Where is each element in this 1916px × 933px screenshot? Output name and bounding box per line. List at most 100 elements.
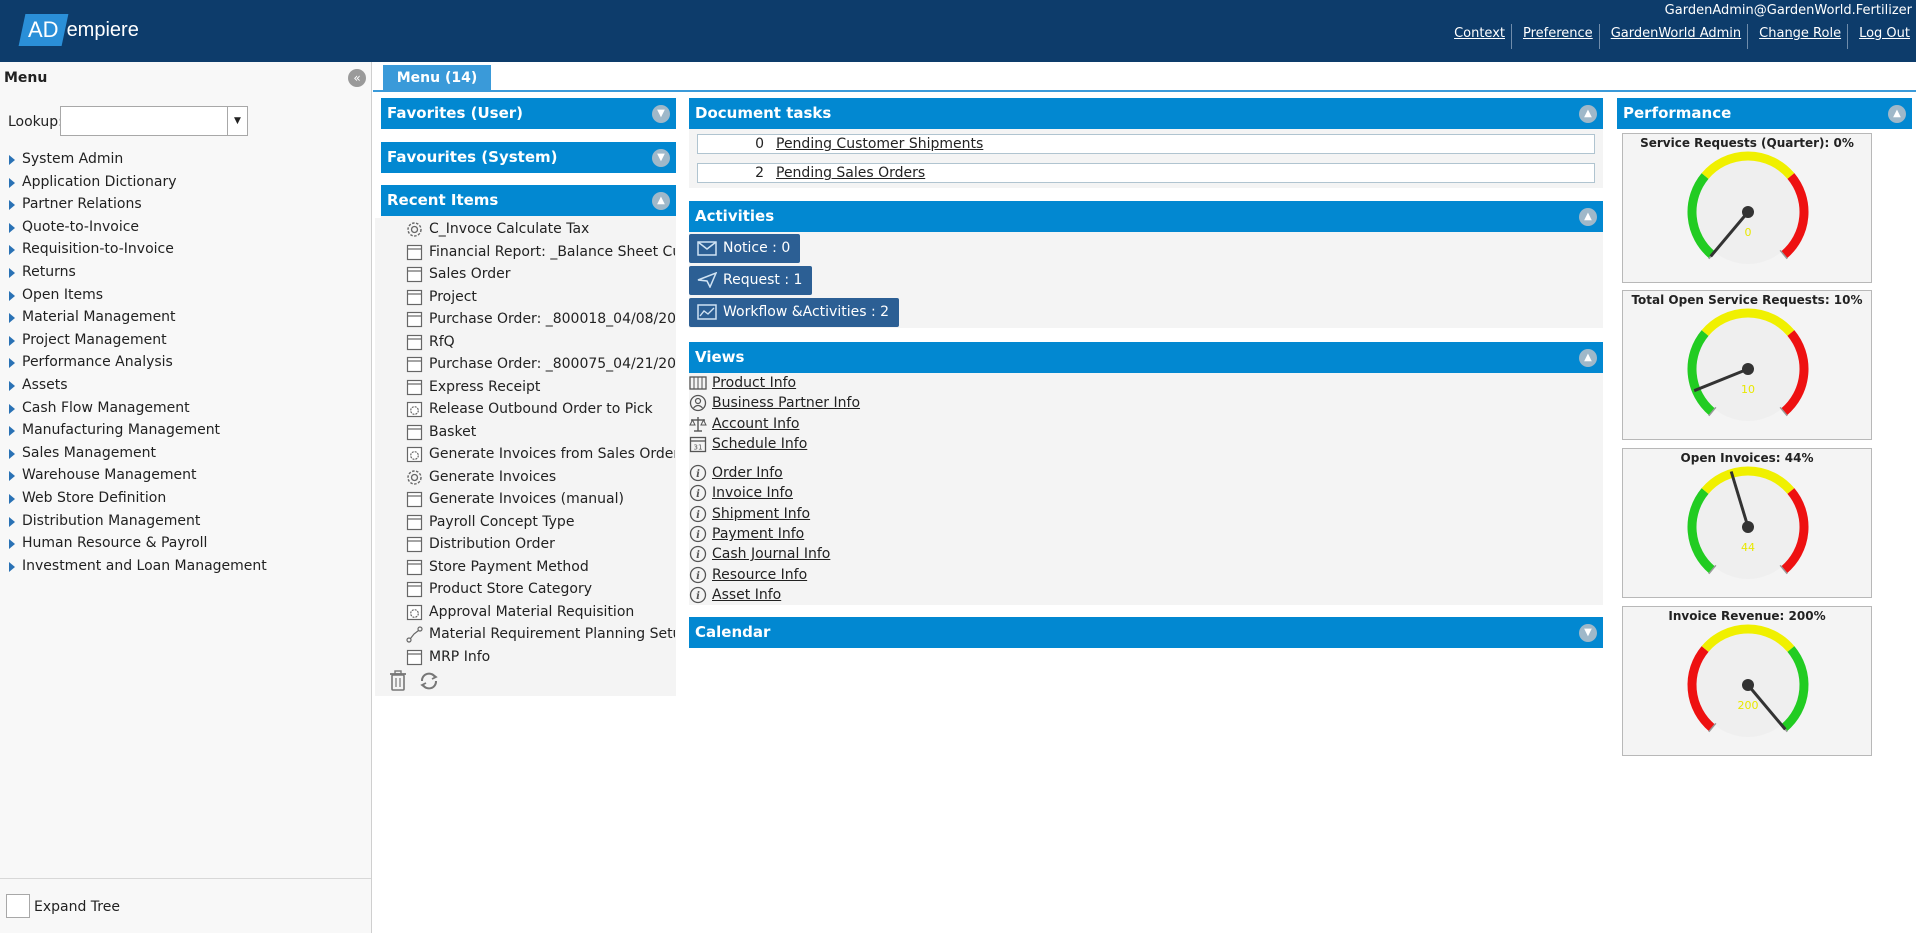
activities-header[interactable]: Activities ▲ [689, 201, 1603, 232]
expand-triangle-icon[interactable] [9, 471, 15, 482]
chevron-down-icon[interactable]: ▼ [227, 107, 247, 135]
doc-task-link[interactable]: Pending Sales Orders [776, 164, 925, 182]
role-link[interactable]: GardenWorld Admin [1605, 24, 1749, 49]
expand-triangle-icon[interactable] [9, 267, 15, 278]
collapse-toggle-icon[interactable]: ▲ [1579, 105, 1597, 123]
sidebar-tree-label: Web Store Definition [22, 489, 167, 506]
expand-triangle-icon[interactable] [9, 290, 15, 301]
recent-item[interactable]: Generate Invoices (manual) [375, 488, 675, 511]
favorites-user-header[interactable]: Favorites (User) ▼ [381, 98, 676, 129]
expand-triangle-icon[interactable] [9, 493, 15, 504]
expand-triangle-icon[interactable] [9, 177, 15, 188]
recent-item[interactable]: Express Receipt [375, 376, 675, 399]
sidebar-tree-item[interactable]: Assets [0, 374, 267, 397]
change-role-link[interactable]: Change Role [1753, 24, 1849, 49]
expand-triangle-icon[interactable] [9, 335, 15, 346]
expand-tree-checkbox[interactable] [6, 894, 30, 918]
collapse-toggle-icon[interactable]: ▼ [1579, 624, 1597, 642]
sidebar-tree-item[interactable]: Partner Relations [0, 193, 267, 216]
refresh-icon[interactable] [418, 670, 440, 692]
expand-triangle-icon[interactable] [9, 403, 15, 414]
context-link[interactable]: Context [1448, 24, 1512, 49]
favorites-system-header[interactable]: Favourites (System) ▼ [381, 142, 676, 173]
gauge-panel[interactable]: Service Requests (Quarter): 0% 0 [1622, 133, 1872, 283]
sidebar-tree-item[interactable]: Quote-to-Invoice [0, 216, 267, 239]
recent-item[interactable]: Payroll Concept Type [375, 511, 675, 534]
expand-triangle-icon[interactable] [9, 380, 15, 391]
sidebar-tree-item[interactable]: Requisition-to-Invoice [0, 238, 267, 261]
recent-item[interactable]: Distribution Order [375, 533, 675, 556]
gauge-panel[interactable]: Total Open Service Requests: 10% 10 [1622, 290, 1872, 440]
sidebar-tree-item[interactable]: Returns [0, 261, 267, 284]
collapse-toggle-icon[interactable]: ▲ [1888, 105, 1906, 123]
sidebar-tree-item[interactable]: Distribution Management [0, 510, 267, 533]
sidebar-tree-item[interactable]: Web Store Definition [0, 487, 267, 510]
calendar-header[interactable]: Calendar ▼ [689, 617, 1603, 648]
recent-item[interactable]: Financial Report: _Balance Sheet Cu [375, 241, 675, 264]
preference-link[interactable]: Preference [1517, 24, 1600, 49]
expand-triangle-icon[interactable] [9, 448, 15, 459]
performance-header[interactable]: Performance ▲ [1617, 98, 1912, 129]
recent-item[interactable]: Project [375, 286, 675, 309]
recent-item[interactable]: Purchase Order: _800075_04/21/20 [375, 353, 675, 376]
recent-item[interactable]: RfQ [375, 331, 675, 354]
recent-item[interactable]: Material Requirement Planning Setu [375, 623, 675, 646]
trash-icon[interactable] [388, 670, 408, 692]
sidebar-tree-item[interactable]: Cash Flow Management [0, 397, 267, 420]
recent-item[interactable]: Store Payment Method [375, 556, 675, 579]
logout-link[interactable]: Log Out [1853, 24, 1916, 49]
collapse-toggle-icon[interactable]: ▲ [1579, 349, 1597, 367]
expand-triangle-icon[interactable] [9, 313, 15, 324]
recent-items-header[interactable]: Recent Items ▲ [381, 185, 676, 216]
sidebar-tree-item[interactable]: System Admin [0, 148, 267, 171]
sidebar-tree-item[interactable]: Project Management [0, 329, 267, 352]
recent-item[interactable]: Approval Material Requisition [375, 601, 675, 624]
expand-triangle-icon[interactable] [9, 155, 15, 165]
view-link-label: Schedule Info [712, 436, 808, 452]
sidebar-tree-item[interactable]: Performance Analysis [0, 351, 267, 374]
sidebar-tree-item[interactable]: Warehouse Management [0, 464, 267, 487]
tab-menu[interactable]: Menu (14) [383, 65, 491, 91]
recent-item[interactable]: Generate Invoices from Sales Order [375, 443, 675, 466]
expand-triangle-icon[interactable] [9, 539, 15, 550]
request-button[interactable]: Request : 1 [689, 266, 813, 295]
expand-triangle-icon[interactable] [9, 516, 15, 527]
collapse-toggle-icon[interactable]: ▲ [1579, 208, 1597, 226]
views-header[interactable]: Views ▲ [689, 342, 1603, 373]
gauge-panel[interactable]: Open Invoices: 44% 44 [1622, 448, 1872, 598]
sidebar-tree-item[interactable]: Manufacturing Management [0, 419, 267, 442]
collapse-toggle-icon[interactable]: ▼ [652, 149, 670, 167]
expand-triangle-icon[interactable] [9, 358, 15, 369]
sidebar-tree-item[interactable]: Open Items [0, 284, 267, 307]
recent-item[interactable]: Release Outbound Order to Pick [375, 398, 675, 421]
recent-item-label: Generate Invoices from Sales Order [429, 446, 675, 462]
expand-triangle-icon[interactable] [9, 561, 15, 572]
sidebar-tree-item[interactable]: Sales Management [0, 442, 267, 465]
sidebar-tree-item[interactable]: Human Resource & Payroll [0, 532, 267, 555]
sidebar-tree-item[interactable]: Application Dictionary [0, 171, 267, 194]
recent-item[interactable]: Purchase Order: _800018_04/08/20 [375, 308, 675, 331]
recent-item[interactable]: C_Invoce Calculate Tax [375, 218, 675, 241]
sidebar-tree-item[interactable]: Material Management [0, 306, 267, 329]
lookup-combobox[interactable]: ▼ [60, 106, 248, 136]
collapse-sidebar-icon[interactable]: « [348, 69, 366, 87]
notice-button[interactable]: Notice : 0 [689, 234, 801, 263]
gauge-panel[interactable]: Invoice Revenue: 200% 200 [1622, 606, 1872, 756]
collapse-toggle-icon[interactable]: ▼ [652, 105, 670, 123]
recent-item[interactable]: Generate Invoices [375, 466, 675, 489]
workflow-activities-button[interactable]: Workflow &Activities : 2 [689, 298, 900, 327]
recent-item[interactable]: Sales Order [375, 263, 675, 286]
collapse-toggle-icon[interactable]: ▲ [652, 192, 670, 210]
document-tasks-header[interactable]: Document tasks ▲ [689, 98, 1603, 129]
sidebar-tree-label: Warehouse Management [22, 467, 197, 484]
expand-triangle-icon[interactable] [9, 245, 15, 256]
sidebar-tree-item[interactable]: Investment and Loan Management [0, 555, 267, 578]
notice-label: Notice : 0 [723, 240, 791, 256]
expand-triangle-icon[interactable] [9, 200, 15, 211]
recent-item[interactable]: Basket [375, 421, 675, 444]
recent-item[interactable]: Product Store Category [375, 578, 675, 601]
doc-task-link[interactable]: Pending Customer Shipments [776, 135, 983, 153]
expand-triangle-icon[interactable] [9, 426, 15, 437]
recent-item[interactable]: MRP Info [375, 646, 675, 669]
expand-triangle-icon[interactable] [9, 222, 15, 233]
